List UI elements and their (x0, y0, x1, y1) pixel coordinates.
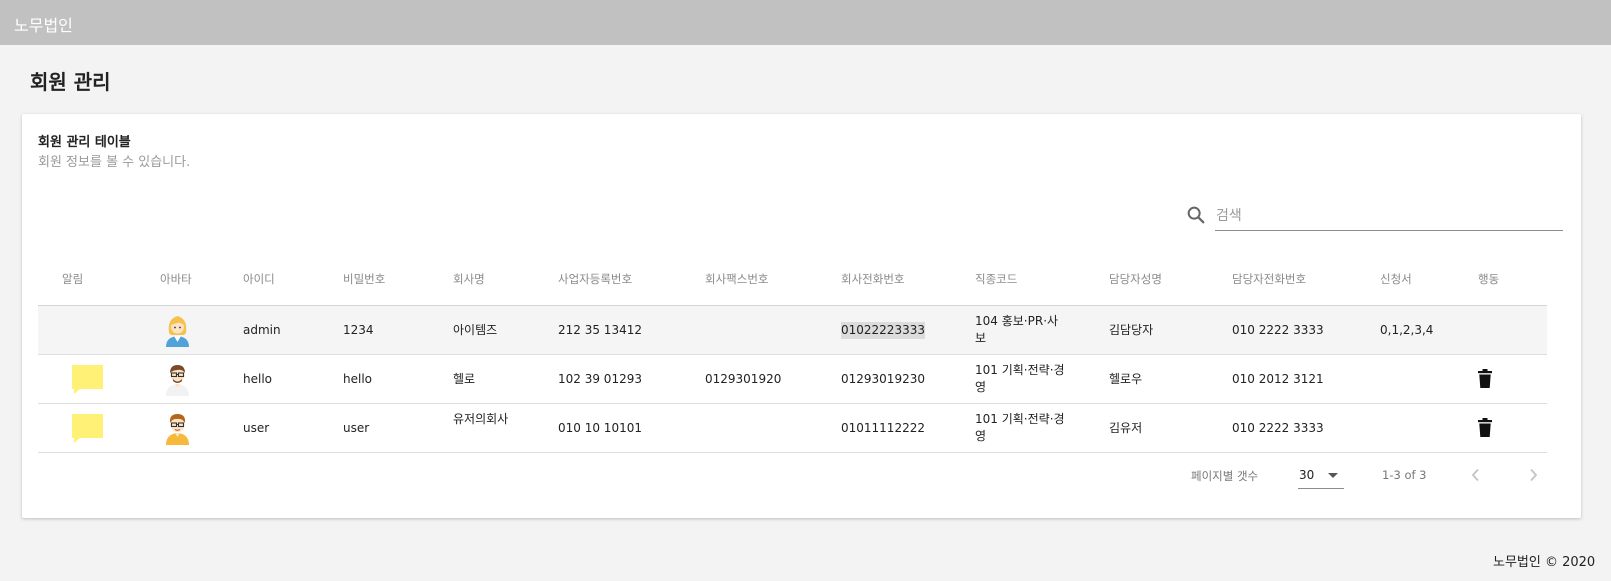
cell-phone: 01011112222 (841, 421, 925, 435)
page-title: 회원 관리 (30, 70, 111, 94)
cell-jobcode: 104 홍보·PR·사보 (975, 314, 1059, 345)
member-table: 알림 아바타 아이디 비밀번호 회사명 사업자등록번호 회사팩스번호 회사전화번… (38, 254, 1547, 453)
header-alarm[interactable]: 알림 (62, 271, 83, 287)
cell-manager-phone: 010 2222 3333 (1232, 323, 1324, 337)
chevron-right-icon[interactable] (1527, 468, 1539, 482)
cell-manager-phone: 010 2012 3121 (1232, 372, 1324, 386)
cell-company: 아이템즈 (453, 323, 498, 337)
search-input[interactable] (1215, 201, 1563, 231)
header-manager[interactable]: 담당자성명 (1109, 271, 1162, 287)
pagination-range: 1-3 of 3 (1382, 468, 1427, 482)
message-icon[interactable] (72, 365, 103, 394)
header-company[interactable]: 회사명 (453, 271, 485, 287)
rows-per-page-value: 30 (1299, 468, 1315, 482)
cell-jobcode: 101 기획·전략·경영 (975, 363, 1065, 394)
cell-manager: 김유저 (1109, 421, 1143, 435)
cell-fax: 0129301920 (705, 372, 782, 386)
cell-phone: 01022223333 (841, 322, 925, 339)
header-avatar[interactable]: 아바타 (160, 271, 192, 287)
cell-manager: 헬로우 (1109, 372, 1143, 386)
search-icon (1187, 206, 1205, 224)
cell-id: user (243, 421, 270, 435)
cell-company: 유저의회사 (453, 412, 509, 426)
header-application[interactable]: 신청서 (1380, 271, 1412, 287)
female-avatar-icon (166, 316, 189, 347)
header-fax[interactable]: 회사팩스번호 (705, 271, 768, 287)
header-manager-phone[interactable]: 담당자전화번호 (1232, 271, 1306, 287)
male-avatar-icon (166, 365, 189, 396)
cell-password: hello (343, 372, 372, 386)
rows-per-page-select[interactable]: 30 (1298, 463, 1344, 489)
header-jobcode[interactable]: 직종코드 (975, 271, 1017, 287)
message-icon[interactable] (72, 414, 103, 443)
male-avatar-icon (166, 414, 189, 445)
table-row[interactable]: user user 유저의회사 010 10 10101 01011112222… (38, 404, 1547, 453)
member-table-card: 회원 관리 테이블 회원 정보를 볼 수 있습니다. 알림 아바타 아이디 비밀… (22, 114, 1581, 518)
caret-down-icon (1328, 473, 1338, 478)
cell-password: user (343, 421, 370, 435)
table-row[interactable]: admin 1234 아이템즈 212 35 13412 01022223333… (38, 306, 1547, 355)
delete-icon[interactable] (1478, 418, 1492, 437)
cell-manager-phone: 010 2222 3333 (1232, 421, 1324, 435)
app-bar: 노무법인 (0, 0, 1611, 45)
cell-password: 1234 (343, 323, 374, 337)
header-bizno[interactable]: 사업자등록번호 (558, 271, 632, 287)
cell-company: 헬로 (453, 372, 476, 386)
cell-application: 0,1,2,3,4 (1380, 323, 1434, 337)
header-password[interactable]: 비밀번호 (343, 271, 385, 287)
card-subtitle: 회원 정보를 볼 수 있습니다. (38, 155, 191, 170)
cell-manager: 김담당자 (1109, 323, 1154, 337)
cell-id: admin (243, 323, 281, 337)
table-header: 알림 아바타 아이디 비밀번호 회사명 사업자등록번호 회사팩스번호 회사전화번… (38, 254, 1547, 306)
cell-id: hello (243, 372, 272, 386)
header-action[interactable]: 행동 (1478, 271, 1499, 287)
rows-per-page-label: 페이지별 갯수 (1191, 469, 1259, 483)
app-title: 노무법인 (14, 16, 73, 35)
cell-bizno: 102 39 01293 (558, 372, 642, 386)
cell-bizno: 010 10 10101 (558, 421, 642, 435)
cell-jobcode: 101 기획·전략·경영 (975, 412, 1065, 443)
header-id[interactable]: 아이디 (243, 271, 275, 287)
chevron-left-icon[interactable] (1470, 468, 1482, 482)
cell-bizno: 212 35 13412 (558, 323, 642, 337)
card-title: 회원 관리 테이블 (38, 135, 131, 150)
table-row[interactable]: hello hello 헬로 102 39 01293 0129301920 0… (38, 355, 1547, 404)
cell-phone: 01293019230 (841, 372, 925, 386)
delete-icon[interactable] (1478, 369, 1492, 388)
header-phone[interactable]: 회사전화번호 (841, 271, 904, 287)
footer-copyright: 노무법인 © 2020 (1493, 555, 1596, 570)
